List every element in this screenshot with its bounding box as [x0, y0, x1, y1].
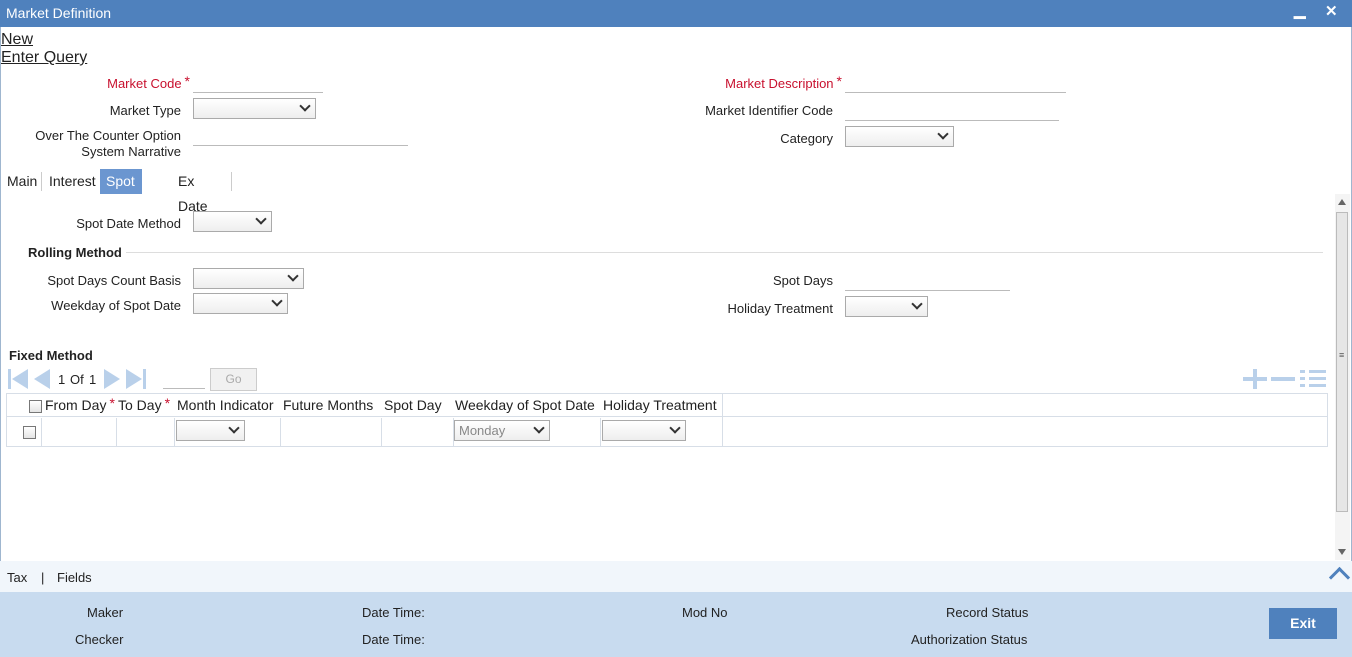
weekday-of-spot-date-label: Weekday of Spot Date — [51, 298, 181, 313]
minimize-icon[interactable]: ▁ — [1294, 1, 1306, 19]
page-of-label: Of — [70, 372, 84, 387]
window-titlebar: Market Definition ▁ ✕ — [0, 0, 1352, 27]
fields-link[interactable]: Fields — [57, 570, 92, 585]
column-holiday-treatment: Holiday Treatment — [603, 397, 717, 413]
market-identifier-code-label: Market Identifier Code — [705, 103, 833, 118]
tab-interest[interactable]: Interest — [43, 169, 102, 194]
category-label: Category — [780, 131, 833, 146]
exit-button[interactable]: Exit — [1269, 608, 1337, 639]
spot-date-method-select[interactable] — [193, 211, 272, 232]
last-page-icon[interactable] — [126, 369, 148, 389]
rolling-method-divider — [126, 252, 1323, 253]
new-link[interactable]: New — [1, 31, 33, 49]
checker-date-time-label: Date Time: — [362, 632, 425, 647]
mod-no-label: Mod No — [682, 605, 728, 620]
column-from-day: From Day * — [45, 395, 115, 413]
next-page-icon[interactable] — [102, 369, 124, 389]
market-code-label: Market Code * — [107, 73, 190, 91]
weekday-of-spot-date-select[interactable] — [193, 293, 288, 314]
holiday-treatment-select[interactable] — [845, 296, 928, 317]
spot-days-label: Spot Days — [773, 273, 833, 288]
select-all-checkbox[interactable] — [29, 400, 42, 413]
market-type-label: Market Type — [109, 103, 181, 118]
column-spot-day: Spot Day — [384, 397, 442, 413]
row-weekday-select[interactable]: Monday — [454, 420, 550, 441]
otc-option-narrative-label: Over The Counter Option System Narrative — [35, 128, 181, 159]
spot-days-count-basis-select[interactable] — [193, 268, 304, 289]
vertical-scrollbar[interactable]: ≡ — [1335, 194, 1350, 560]
holiday-treatment-label: Holiday Treatment — [727, 301, 834, 316]
spot-days-count-basis-label: Spot Days Count Basis — [47, 273, 181, 288]
record-status-label: Record Status — [946, 605, 1029, 620]
scroll-thumb[interactable] — [1336, 212, 1348, 512]
fixed-method-title: Fixed Method — [9, 348, 93, 363]
grid-header-row: From Day * To Day * Month Indicator Future… — [7, 394, 1327, 417]
window-title: Market Definition — [6, 5, 112, 21]
otc-option-narrative-input[interactable] — [193, 126, 408, 146]
single-view-icon[interactable] — [1300, 369, 1326, 389]
market-description-input[interactable] — [845, 73, 1066, 93]
row-checkbox[interactable] — [23, 426, 36, 439]
current-page: 1 — [58, 372, 66, 387]
audit-footer: Maker Checker Date Time: Date Time: Mod … — [0, 592, 1352, 657]
page-number-input[interactable] — [163, 369, 205, 389]
link-separator: | — [41, 570, 45, 585]
category-select[interactable] — [845, 126, 954, 147]
tab-ex-date[interactable]: Ex Date — [172, 169, 214, 214]
column-to-day: To Day * — [118, 395, 171, 413]
go-button[interactable]: Go — [210, 368, 257, 391]
rolling-method-title: Rolling Method — [28, 245, 122, 260]
market-code-input[interactable] — [193, 73, 323, 93]
delete-row-icon[interactable] — [1271, 377, 1295, 381]
fixed-method-grid: From Day * To Day * Month Indicator Future… — [6, 393, 1328, 447]
checker-label: Checker — [75, 632, 124, 647]
tab-spot-date[interactable]: Spot Date — [100, 169, 142, 214]
column-weekday-of-spot-date: Weekday of Spot Date — [455, 397, 595, 413]
table-row: Monday — [7, 418, 1327, 447]
scroll-up-icon[interactable] — [1338, 199, 1346, 205]
add-row-icon[interactable] — [1243, 369, 1267, 389]
enter-query-link[interactable]: Enter Query — [1, 49, 87, 67]
maker-date-time-label: Date Time: — [362, 605, 425, 620]
maker-label: Maker — [87, 605, 124, 620]
tax-link[interactable]: Tax — [7, 570, 27, 585]
column-future-months: Future Months — [283, 397, 374, 413]
previous-page-icon[interactable] — [32, 369, 54, 389]
total-pages: 1 — [89, 372, 97, 387]
row-holiday-treatment-select[interactable] — [602, 420, 686, 441]
tab-main[interactable]: Main — [1, 169, 43, 194]
spot-date-method-label: Spot Date Method — [76, 216, 181, 231]
close-icon[interactable]: ✕ — [1325, 2, 1338, 20]
collapse-up-icon[interactable] — [1328, 566, 1350, 580]
market-description-label: Market Description * — [725, 73, 842, 91]
month-indicator-select[interactable] — [176, 420, 245, 441]
subsystem-links: Tax | Fields — [0, 561, 1352, 592]
first-page-icon[interactable] — [6, 369, 28, 389]
authorization-status-label: Authorization Status — [911, 632, 1028, 647]
column-month-indicator: Month Indicator — [177, 397, 274, 413]
spot-days-input[interactable] — [845, 271, 1010, 291]
scroll-down-icon[interactable] — [1338, 549, 1346, 555]
market-type-select[interactable] — [193, 98, 316, 119]
market-identifier-code-input[interactable] — [845, 101, 1059, 121]
